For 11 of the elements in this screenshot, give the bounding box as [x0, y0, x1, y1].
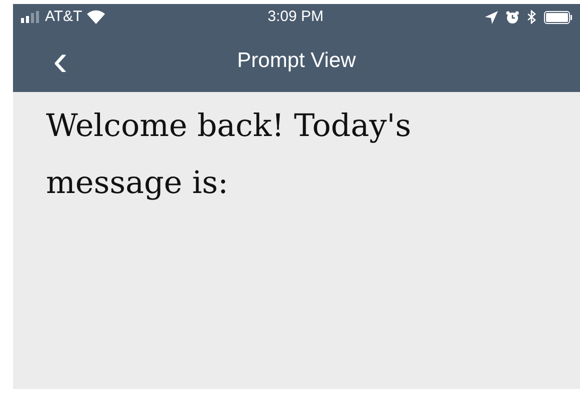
wifi-icon: [86, 10, 106, 24]
bluetooth-icon: [526, 10, 536, 24]
signal-icon: [21, 11, 41, 23]
back-button[interactable]: ‹: [53, 39, 68, 83]
screen-title: Prompt View: [237, 48, 356, 74]
clock-time: 3:09 PM: [268, 6, 324, 27]
carrier-name: AT&T: [45, 6, 82, 27]
alarm-clock-icon: [506, 10, 519, 24]
location-arrow-icon: [484, 10, 498, 24]
welcome-message: Welcome back! Today's message is:: [45, 107, 412, 203]
battery-icon: [544, 10, 572, 24]
